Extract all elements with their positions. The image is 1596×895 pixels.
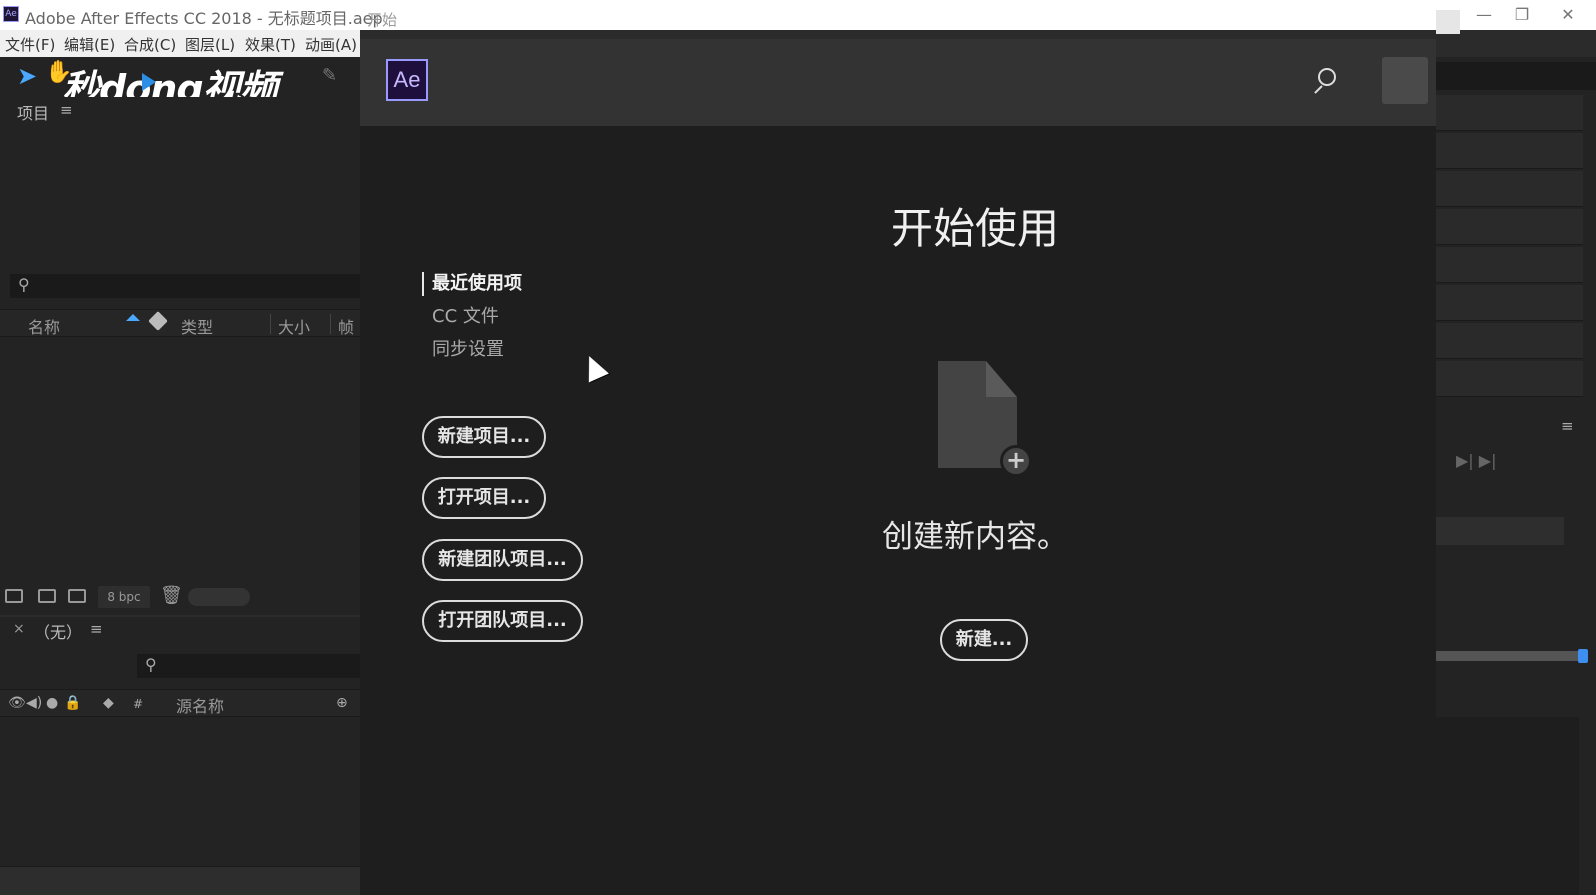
nav-item-recent[interactable]: 最近使用项 — [422, 270, 642, 303]
open-project-button[interactable]: 打开项目... — [422, 477, 546, 519]
sort-arrow-icon[interactable] — [126, 314, 140, 321]
panel-menu-icon[interactable]: ≡ — [90, 620, 103, 638]
timeline-footer — [0, 866, 360, 895]
column-type[interactable]: 类型 — [181, 314, 213, 338]
app-icon: Ae — [3, 6, 19, 22]
selection-tool-icon[interactable]: ➤ — [17, 62, 37, 90]
dialog-minimize-button[interactable] — [1436, 10, 1460, 34]
solo-icon[interactable]: ● — [46, 695, 58, 711]
panel-row[interactable] — [1436, 247, 1583, 283]
interpret-footage-icon[interactable] — [5, 589, 23, 603]
project-panel: 项目 ≡ ⚲ 名称 类型 大小 帧 8 bpc 🗑 — [0, 97, 360, 615]
layer-search-input[interactable]: ⚲ — [137, 654, 360, 678]
right-lower-panel — [1436, 717, 1579, 895]
page-title: 开始使用 — [890, 204, 1059, 253]
panel-row[interactable] — [1436, 171, 1583, 207]
project-footer: 8 bpc 🗑 — [0, 582, 360, 612]
column-divider — [270, 314, 271, 334]
search-ring — [1318, 68, 1336, 86]
panel-menu-icon[interactable]: ≡ — [60, 101, 73, 119]
panel-row[interactable] — [1436, 209, 1583, 245]
right-panels: ≡ ▶| ▶| — [1436, 57, 1596, 895]
column-divider — [330, 314, 331, 334]
panel-row[interactable] — [1436, 285, 1583, 321]
panel-row[interactable] — [1436, 133, 1583, 169]
preview-options[interactable] — [1436, 517, 1564, 545]
search-icon: ⚲ — [18, 275, 30, 294]
slider-knob[interactable] — [1578, 649, 1588, 663]
nav-item-cc-files[interactable]: CC 文件 — [422, 303, 642, 336]
menu-animation[interactable]: 动画(A) — [305, 34, 357, 55]
search-icon: ⚲ — [145, 655, 157, 674]
dialog-header: Ae — [360, 39, 1436, 126]
search-icon[interactable] — [1310, 66, 1338, 96]
label-tag-icon[interactable] — [148, 311, 168, 331]
panel-row[interactable] — [1436, 323, 1583, 359]
new-document-icon: + — [938, 361, 1032, 486]
eye-icon[interactable]: 👁 — [8, 695, 26, 711]
dialog-title: 开始 — [367, 11, 398, 29]
column-size[interactable]: 大小 — [278, 314, 310, 338]
label-tag-icon[interactable]: ◆ — [103, 695, 114, 711]
menu-composition[interactable]: 合成(C) — [124, 34, 176, 55]
menu-bar: 文件(F) 编辑(E) 合成(C) 图层(L) 效果(T) 动画(A) — [0, 30, 360, 57]
search-handle — [1314, 85, 1323, 94]
avatar[interactable] — [1382, 57, 1428, 104]
start-nav: 最近使用项 CC 文件 同步设置 — [422, 270, 642, 369]
plus-icon: + — [1000, 445, 1032, 477]
thumbnail-slider[interactable] — [188, 588, 250, 606]
new-composition-icon[interactable] — [68, 589, 86, 603]
switches-icon[interactable]: ⊕ — [336, 695, 348, 711]
play-controls-icon[interactable]: ▶| ▶| — [1456, 451, 1496, 470]
start-dialog: Ae 开始使用 最近使用项 CC 文件 同步设置 新建项目... 打开项目...… — [360, 39, 1436, 895]
right-panel-header — [1436, 62, 1596, 90]
timeline-panel: × （无） ≡ ⚲ 👁 ◀) ● 🔒 ◆ # 源名称 ⊕ — [0, 617, 360, 895]
create-new-label: 创建新内容。 — [882, 519, 1068, 555]
trash-icon[interactable]: 🗑 — [160, 585, 183, 606]
menu-file[interactable]: 文件(F) — [5, 34, 55, 55]
new-folder-icon[interactable] — [38, 589, 56, 603]
source-name-column[interactable]: 源名称 — [176, 693, 224, 717]
panel-menu-icon[interactable]: ≡ — [1561, 417, 1574, 435]
audio-icon[interactable]: ◀) — [26, 695, 42, 711]
new-button[interactable]: 新建... — [940, 619, 1028, 661]
menu-layer[interactable]: 图层(L) — [185, 34, 235, 55]
project-column-header: 名称 类型 大小 帧 — [0, 309, 360, 337]
document-fold — [986, 361, 1017, 397]
after-effects-window: Ae Adobe After Effects CC 2018 - 无标题项目.a… — [0, 0, 1596, 895]
layer-number-column[interactable]: # — [133, 697, 143, 711]
column-frame[interactable]: 帧 — [338, 314, 354, 338]
brush-tool-icon[interactable]: ✎ — [322, 65, 337, 86]
new-project-button[interactable]: 新建项目... — [422, 416, 546, 458]
nav-item-sync-settings[interactable]: 同步设置 — [422, 336, 642, 369]
close-icon[interactable]: × — [13, 621, 25, 637]
ae-logo: Ae — [386, 59, 428, 101]
window-title: Adobe After Effects CC 2018 - 无标题项目.aep — [25, 9, 383, 28]
project-search-input[interactable]: ⚲ — [10, 274, 360, 298]
open-team-project-button[interactable]: 打开团队项目... — [422, 600, 583, 642]
play-icon — [142, 73, 156, 91]
restore-icon[interactable]: ❐ — [1500, 2, 1544, 28]
lock-icon[interactable]: 🔒 — [64, 695, 81, 711]
column-name[interactable]: 名称 — [28, 314, 60, 338]
composition-tab[interactable]: （无） — [34, 619, 82, 643]
bit-depth-button[interactable]: 8 bpc — [98, 586, 150, 608]
close-icon[interactable]: ✕ — [1546, 2, 1590, 28]
menu-edit[interactable]: 编辑(E) — [64, 34, 115, 55]
panel-row[interactable] — [1436, 361, 1583, 397]
layer-column-header: 👁 ◀) ● 🔒 ◆ # 源名称 ⊕ — [0, 689, 360, 717]
menu-effect[interactable]: 效果(T) — [245, 34, 296, 55]
project-tab[interactable]: 项目 — [17, 100, 49, 124]
new-team-project-button[interactable]: 新建团队项目... — [422, 539, 583, 581]
title-bar: Ae Adobe After Effects CC 2018 - 无标题项目.a… — [0, 0, 1596, 34]
panel-row[interactable] — [1436, 95, 1583, 131]
preview-slider[interactable] — [1436, 649, 1588, 663]
